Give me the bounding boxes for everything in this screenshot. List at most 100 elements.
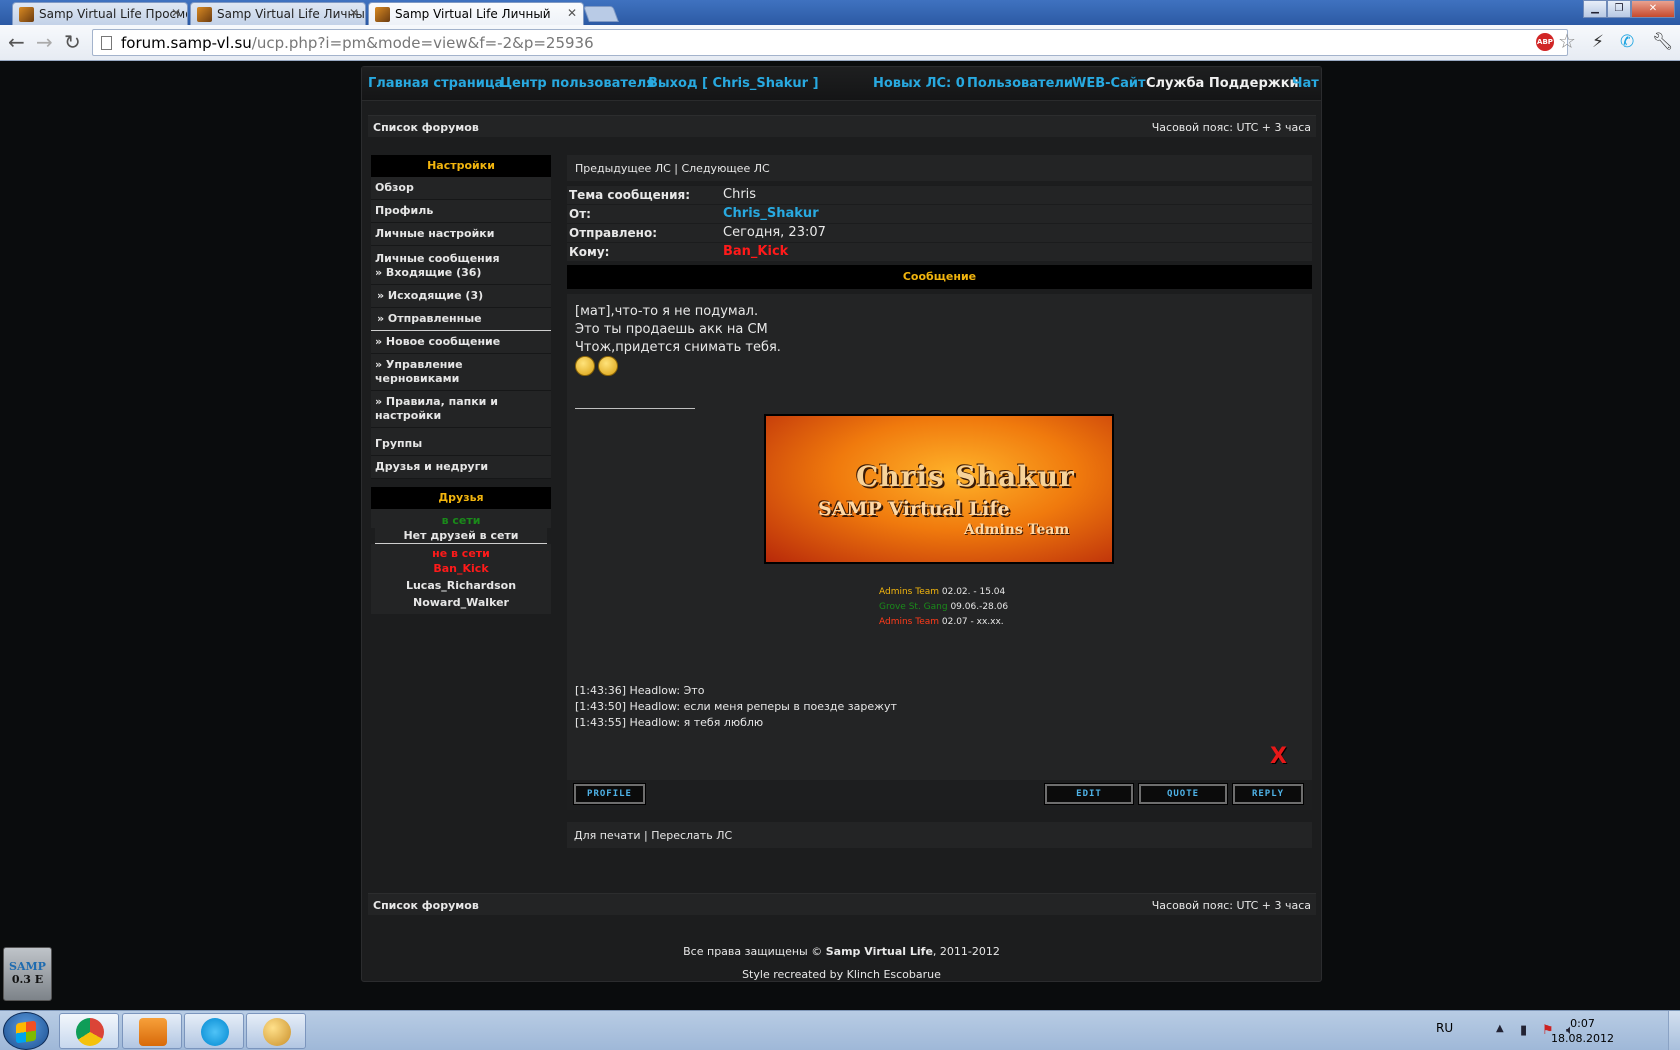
windows-taskbar: RU ▲ ▮ ⚑ 🔈︎ 0:07 18.08.2012	[0, 1010, 1680, 1050]
subject-label: Тема сообщения:	[569, 188, 690, 202]
sidebar-item-drafts[interactable]: » Управление черновиками	[371, 354, 551, 391]
print-forward-links[interactable]: Для печати | Переслать ЛС	[567, 822, 1312, 848]
nav-ucp-link[interactable]: Центр пользователя	[500, 76, 655, 91]
browser-tab-3[interactable]: Samp Virtual Life Личный ✕	[368, 2, 584, 25]
browser-toolbar: ← → ↻ forum.samp-vl.su/ucp.php?i=pm&mode…	[0, 25, 1680, 61]
taskbar-paint[interactable]	[246, 1013, 306, 1049]
new-tab-button[interactable]	[583, 6, 619, 22]
friend-lucas-richardson[interactable]: Lucas_Richardson	[371, 576, 551, 593]
forum-list-link[interactable]: Список форумов	[373, 121, 479, 134]
start-button[interactable]	[3, 1012, 49, 1050]
signature-line-1: Admins Team 02.02. - 15.04	[879, 587, 1005, 597]
sidebar-item-overview[interactable]: Обзор	[371, 177, 551, 200]
clock-time: 0:07	[1570, 1017, 1595, 1030]
nav-chat-link[interactable]: Чат	[1292, 76, 1319, 91]
sig-group: Grove St. Gang	[879, 602, 948, 612]
tab-close-icon[interactable]: ✕	[171, 6, 181, 20]
network-icon[interactable]: ▮	[1520, 1023, 1527, 1038]
quote-button[interactable]: QUOTE	[1138, 783, 1228, 805]
copyright-text: Все права защищены © Samp Virtual Life, …	[362, 945, 1321, 958]
timezone-label: Часовой пояс: UTC + 3 часа	[1151, 121, 1311, 134]
samp-logo[interactable]: SAMP 0.3 E	[3, 947, 52, 1001]
sidebar-item-friends-foes[interactable]: Друзья и недруги	[371, 456, 551, 479]
sidebar-item-pm[interactable]: Личные сообщения	[371, 246, 551, 266]
sent-label: Отправлено:	[569, 226, 657, 240]
breadcrumb-bottom: Список форумов Часовой пояс: UTC + 3 час…	[368, 893, 1316, 915]
sidebar-item-outbox[interactable]: » Исходящие (3)	[371, 285, 551, 308]
edit-button[interactable]: EDIT	[1044, 783, 1134, 805]
friend-noward-walker[interactable]: Noward_Walker	[371, 593, 551, 614]
extension-bolt-icon[interactable]: ⚡	[1592, 32, 1604, 52]
show-desktop-button[interactable]	[1668, 1011, 1680, 1050]
minimize-button[interactable]: ▁	[1583, 0, 1607, 18]
sig-dates: 02.02. - 15.04	[939, 587, 1006, 597]
forward-arrow-icon[interactable]: →	[36, 32, 53, 52]
skype-extension-icon[interactable]: ✆	[1620, 32, 1634, 52]
sidebar-item-inbox[interactable]: » Входящие (36)	[371, 266, 551, 285]
sidebar-item-groups[interactable]: Группы	[371, 428, 551, 456]
pm-sent-row: Отправлено: Сегодня, 23:07	[567, 223, 1312, 242]
sidebar-item-prefs[interactable]: Личные настройки	[371, 223, 551, 246]
nav-support-link[interactable]: Служба Поддержки	[1146, 76, 1299, 91]
from-label: От:	[569, 207, 591, 221]
nav-logout-link[interactable]: Выход [ Chris_Shakur ]	[648, 76, 819, 91]
reload-icon[interactable]: ↻	[64, 32, 81, 52]
browser-tab-2[interactable]: Samp Virtual Life Личный ✕	[190, 2, 366, 25]
from-user-link[interactable]: Chris_Shakur	[723, 206, 819, 221]
signature-divider	[575, 408, 695, 409]
back-arrow-icon[interactable]: ←	[8, 32, 25, 52]
nav-website-link[interactable]: WEB-Сайт	[1072, 76, 1145, 91]
copyright-prefix: Все права защищены ©	[683, 945, 826, 958]
window-close-button[interactable]: ✕	[1631, 0, 1675, 18]
pm-to-row: Кому: Ban_Kick	[567, 242, 1312, 261]
sidebar-item-profile[interactable]: Профиль	[371, 200, 551, 223]
nav-home-link[interactable]: Главная страница	[368, 76, 503, 91]
to-user-link[interactable]: Ban_Kick	[723, 244, 788, 259]
system-clock[interactable]: 0:07 18.08.2012	[1551, 1016, 1614, 1046]
maximize-button[interactable]: ❐	[1607, 0, 1631, 18]
site-favicon-icon	[19, 7, 34, 22]
url-path: /ucp.php?i=pm&mode=view&f=-2&p=25936	[251, 34, 594, 52]
wrench-menu-icon[interactable]: 🔧︎	[1652, 32, 1674, 52]
message-body: [мат],что-то я не подумал. Это ты продае…	[567, 294, 1312, 780]
nav-new-pm-link[interactable]: Новых ЛС: 0	[873, 76, 965, 91]
pm-prev-next-nav[interactable]: Предыдущее ЛС | Следующее ЛС	[567, 155, 1312, 181]
taskbar-media-player[interactable]	[122, 1013, 182, 1049]
subject-value: Chris	[723, 187, 757, 202]
sig-group: Admins Team	[879, 587, 940, 597]
nav-users-link[interactable]: Пользователи	[967, 76, 1073, 91]
language-indicator[interactable]: RU	[1436, 1021, 1453, 1035]
tray-expand-icon[interactable]: ▲	[1496, 1023, 1504, 1034]
browser-tab-1[interactable]: Samp Virtual Life Просмот ✕	[12, 2, 188, 25]
forum-container: Главная страница Центр пользователя Выхо…	[361, 66, 1322, 982]
adblock-icon[interactable]: ABP	[1536, 33, 1554, 51]
reply-button[interactable]: REPLY	[1232, 783, 1304, 805]
address-bar[interactable]: forum.samp-vl.su/ucp.php?i=pm&mode=view&…	[92, 29, 1568, 56]
forum-top-nav: Главная страница Центр пользователя Выхо…	[362, 67, 1321, 101]
tab-title: Samp Virtual Life Просмот	[39, 7, 188, 21]
pm-subject-row: Тема сообщения: Chris	[567, 185, 1312, 204]
windows-logo-icon	[16, 1020, 36, 1044]
tab-close-icon[interactable]: ✕	[567, 6, 577, 20]
taskbar-chrome[interactable]	[59, 1013, 119, 1049]
tab-close-icon[interactable]: ✕	[349, 6, 359, 20]
message-line: Чтож,придется снимать тебя.	[575, 340, 781, 355]
paint-palette-icon	[263, 1018, 291, 1046]
sig-group: Admins Team	[879, 617, 940, 627]
sidebar-item-rules[interactable]: » Правила, папки и настройки	[371, 391, 551, 428]
copyright-suffix: , 2011-2012	[932, 945, 1000, 958]
delete-pm-icon[interactable]: X	[1270, 744, 1287, 769]
site-favicon-icon	[375, 7, 390, 22]
timezone-label: Часовой пояс: UTC + 3 часа	[1151, 899, 1311, 912]
bookmark-star-icon[interactable]: ☆	[1558, 29, 1576, 53]
message-line: Это ты продаешь акк на СМ	[575, 322, 768, 337]
sidebar-item-sent[interactable]: » Отправленные	[371, 308, 551, 331]
taskbar-skype[interactable]	[184, 1013, 244, 1049]
signature-line-3: Admins Team 02.07 - xx.xx.	[879, 617, 1004, 627]
profile-button[interactable]: PROFILE	[573, 783, 646, 805]
forum-list-link[interactable]: Список форумов	[373, 899, 479, 912]
sidebar-item-compose[interactable]: » Новое сообщение	[371, 331, 551, 354]
settings-header: Настройки	[371, 155, 551, 177]
friend-ban-kick[interactable]: Ban_Kick	[371, 561, 551, 576]
samp-logo-text: SAMP	[9, 960, 46, 973]
